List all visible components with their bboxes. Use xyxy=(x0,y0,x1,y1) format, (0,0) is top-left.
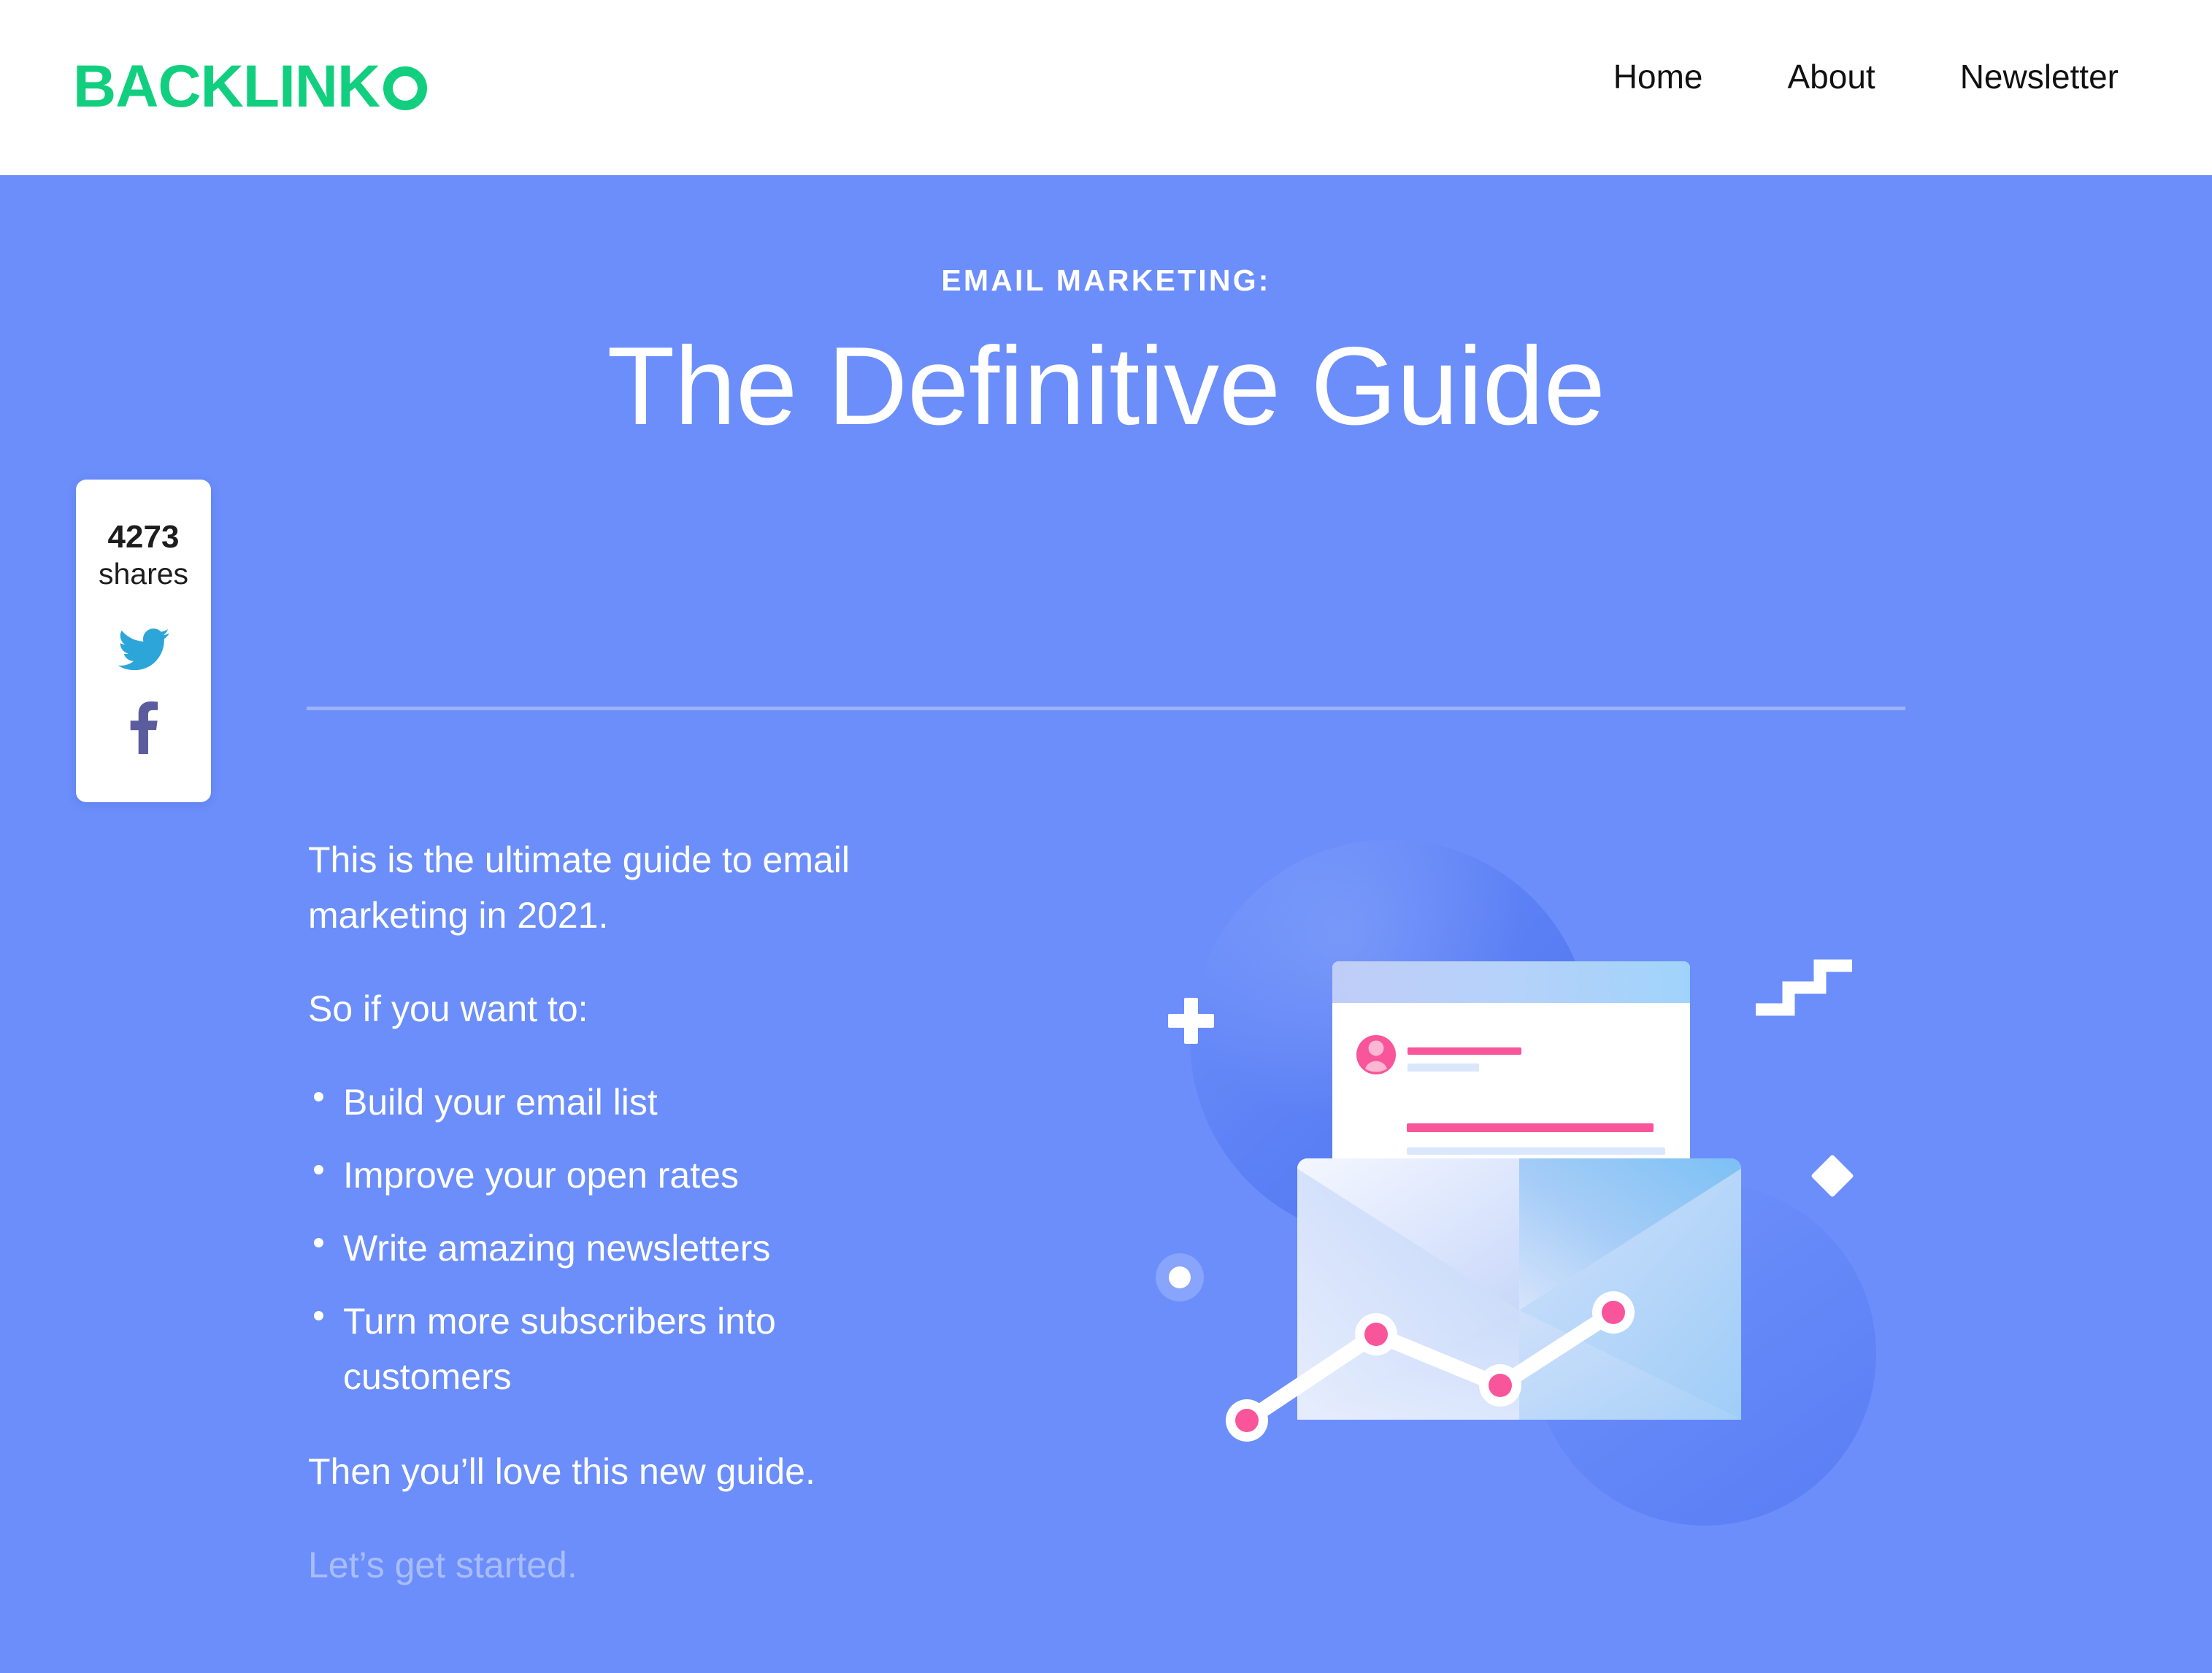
page-title: The Definitive Guide xyxy=(607,324,1605,448)
hero-copy: This is the ultimate guide to email mark… xyxy=(308,832,1038,1631)
share-twitter-button[interactable] xyxy=(114,623,174,674)
copy-lead: This is the ultimate guide to email mark… xyxy=(308,839,850,936)
brand-wordmark: BACKLINK xyxy=(73,53,380,120)
share-count: 4273 xyxy=(107,519,180,555)
chart-node xyxy=(1479,1364,1521,1407)
hero-illustration xyxy=(1128,799,2015,1537)
copy-prompt: So if you want to: xyxy=(308,988,588,1029)
share-facebook-button[interactable] xyxy=(114,701,174,755)
site-header: BACKLINK Home About Newsletter xyxy=(0,0,2212,175)
hero-eyebrow: EMAIL MARKETING: xyxy=(941,264,1271,297)
copy-closing: Then you’ll love this new guide. xyxy=(308,1451,815,1492)
benefits-list: Build your email list Improve your open … xyxy=(308,1074,1038,1404)
dot-in-ring-icon xyxy=(1156,1253,1204,1301)
share-widget: 4273 shares xyxy=(76,480,211,802)
zigzag-icon xyxy=(1756,959,1852,1016)
list-item: Turn more subscribers into customers xyxy=(308,1293,892,1404)
nav-item-newsletter[interactable]: Newsletter xyxy=(1918,60,2161,93)
chart-node xyxy=(1226,1399,1268,1442)
copy-cta-line: Let’s get started. xyxy=(308,1545,577,1585)
twitter-icon xyxy=(118,628,169,670)
share-count-label: shares xyxy=(98,557,189,591)
dashed-circle-o-icon xyxy=(383,66,428,110)
brand-logo[interactable]: BACKLINK xyxy=(73,57,428,117)
nav-item-about[interactable]: About xyxy=(1745,60,1917,93)
chart-node xyxy=(1355,1313,1397,1355)
hero-divider xyxy=(307,707,1905,710)
facebook-icon xyxy=(130,701,158,755)
nav-item-home[interactable]: Home xyxy=(1571,60,1746,93)
chart-node xyxy=(1592,1291,1635,1334)
list-item: Write amazing newsletters xyxy=(308,1220,892,1276)
hero-section: EMAIL MARKETING: The Definitive Guide 42… xyxy=(0,175,2212,1673)
list-item: Build your email list xyxy=(308,1074,892,1130)
list-item: Improve your open rates xyxy=(308,1147,892,1203)
diamond-icon xyxy=(1811,1155,1854,1197)
main-navigation: Home About Newsletter xyxy=(1571,60,2161,93)
letter-avatar xyxy=(1356,1035,1396,1074)
